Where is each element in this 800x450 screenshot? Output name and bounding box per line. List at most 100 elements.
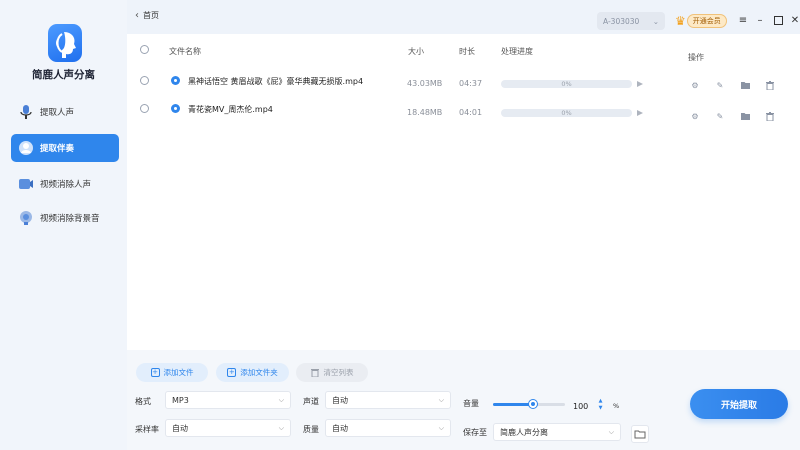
header: ‹ 首页 A-303030 ⌄ ♛ 开通会员 ≡ – ✕ [127, 0, 800, 34]
audio-file-icon [171, 104, 180, 113]
clear-list-button[interactable]: 清空列表 [296, 363, 368, 382]
start-extract-button[interactable]: 开始提取 [690, 389, 788, 419]
folder-open-icon [634, 430, 646, 439]
save-to-select[interactable]: 简鹿人声分离 ⌵ [493, 423, 621, 441]
add-folder-button[interactable]: + 添加文件夹 [216, 363, 289, 382]
progress-label: 0% [561, 109, 572, 117]
format-select[interactable]: MP3 ⌵ [165, 391, 291, 409]
vip-label: 开通会员 [686, 14, 727, 28]
settings-gear-icon[interactable]: ⚙ [690, 80, 700, 90]
file-size: 18.48MB [407, 108, 443, 117]
play-icon[interactable] [637, 110, 643, 116]
file-duration: 04:01 [459, 108, 483, 117]
column-name: 文件名称 [169, 47, 201, 56]
chevron-down-icon: ⌵ [438, 423, 444, 432]
play-icon[interactable] [637, 81, 643, 87]
back-to-home[interactable]: ‹ 首页 [135, 10, 159, 21]
add-file-label: 添加文件 [163, 368, 194, 377]
chevron-down-icon: ⌵ [278, 395, 284, 404]
channel-value: 自动 [332, 395, 348, 405]
edit-icon[interactable]: ✎ [715, 111, 725, 121]
file-table: 文件名称 大小 时长 处理进度 操作 黑神话悟空 黄眉战歌《屁》豪华典藏无损版.… [127, 34, 800, 350]
add-folder-icon: + [227, 368, 237, 377]
account-id: A-303030 [603, 16, 640, 26]
microphone-icon [17, 104, 34, 121]
table-row[interactable]: 黑神话悟空 黄眉战歌《屁》豪华典藏无损版.mp4 43.03MB 04:37 0… [127, 68, 800, 96]
settings-gear-icon[interactable]: ⚙ [690, 111, 700, 121]
video-icon [17, 176, 34, 193]
audio-file-icon [171, 76, 180, 85]
sidebar-item-video-remove-vocals[interactable]: 视频消除人声 [11, 170, 119, 198]
file-name: 青花瓷MV_周杰伦.mp4 [188, 105, 273, 114]
sidebar-item-extract-accompaniment[interactable]: 提取伴奏 [11, 134, 119, 162]
file-duration: 04:37 [459, 79, 483, 88]
samplerate-value: 自动 [172, 423, 188, 433]
sidebar: 简鹿人声分离 提取人声 提取伴奏 视频消除人声 视频消除背景音 [0, 0, 127, 450]
back-label: 首页 [143, 11, 159, 20]
column-actions: 操作 [688, 53, 704, 62]
volume-label: 音量 [463, 399, 479, 408]
quality-label: 质量 [303, 425, 319, 434]
sidebar-item-label: 提取人声 [40, 108, 75, 118]
delete-icon[interactable] [765, 80, 775, 90]
speaker-icon [17, 210, 34, 227]
samplerate-label: 采样率 [135, 425, 159, 434]
column-progress: 处理进度 [501, 47, 533, 56]
samplerate-select[interactable]: 自动 ⌵ [165, 419, 291, 437]
edit-icon[interactable]: ✎ [715, 80, 725, 90]
volume-unit: % [613, 402, 620, 410]
crown-icon: ♛ [675, 14, 686, 28]
select-all-radio[interactable] [140, 45, 149, 54]
format-label: 格式 [135, 397, 151, 406]
volume-input[interactable]: 100 [573, 399, 599, 413]
file-size: 43.03MB [407, 79, 443, 88]
vip-button[interactable]: ♛ 开通会员 [675, 14, 727, 28]
save-to-value: 简鹿人声分离 [500, 427, 548, 437]
progress-bar: 0% [501, 80, 632, 88]
chevron-down-icon: ⌵ [438, 395, 444, 404]
delete-icon[interactable] [765, 111, 775, 121]
close-icon[interactable]: ✕ [789, 14, 800, 26]
channel-select[interactable]: 自动 ⌵ [325, 391, 451, 409]
save-to-label: 保存至 [463, 428, 487, 437]
table-header: 文件名称 大小 时长 处理进度 操作 [127, 34, 800, 62]
progress-bar: 0% [501, 109, 632, 117]
account-selector[interactable]: A-303030 ⌄ [597, 12, 665, 30]
trash-icon [311, 368, 320, 377]
table-row[interactable]: 青花瓷MV_周杰伦.mp4 18.48MB 04:01 0% ⚙ ✎ [127, 98, 800, 126]
chevron-down-icon: ⌵ [608, 427, 614, 436]
quality-select[interactable]: 自动 ⌵ [325, 419, 451, 437]
accompaniment-icon [17, 140, 34, 157]
column-duration: 时长 [459, 47, 475, 56]
quality-value: 自动 [332, 423, 348, 433]
row-select-radio[interactable] [140, 104, 149, 113]
progress-label: 0% [561, 80, 572, 88]
chevron-left-icon: ‹ [135, 10, 139, 21]
menu-icon[interactable]: ≡ [737, 14, 749, 26]
sidebar-item-label: 提取伴奏 [40, 144, 75, 154]
sidebar-item-extract-vocals[interactable]: 提取人声 [11, 98, 119, 126]
format-value: MP3 [172, 395, 189, 405]
volume-stepper[interactable]: ▲ ▼ [597, 398, 604, 412]
chevron-down-icon: ⌄ [652, 16, 659, 26]
add-folder-label: 添加文件夹 [240, 368, 278, 377]
folder-icon[interactable] [740, 80, 750, 90]
settings-panel: + 添加文件 + 添加文件夹 清空列表 格式 MP3 ⌵ 声道 自动 ⌵ 音量 … [127, 350, 800, 450]
sidebar-item-label: 视频消除背景音 [40, 214, 100, 224]
volume-slider[interactable] [493, 400, 565, 408]
volume-fill [493, 403, 533, 406]
volume-thumb[interactable] [528, 400, 537, 408]
add-file-button[interactable]: + 添加文件 [136, 363, 208, 382]
maximize-icon[interactable] [772, 14, 784, 26]
file-name: 黑神话悟空 黄眉战歌《屁》豪华典藏无损版.mp4 [188, 77, 364, 86]
volume-value: 100 [573, 401, 589, 411]
clear-list-label: 清空列表 [323, 368, 354, 377]
add-file-icon: + [150, 368, 160, 377]
minimize-icon[interactable]: – [754, 14, 766, 26]
app-title: 简鹿人声分离 [32, 69, 95, 81]
folder-icon[interactable] [740, 111, 750, 121]
row-select-radio[interactable] [140, 76, 149, 85]
browse-folder-button[interactable] [631, 425, 649, 443]
sidebar-item-video-remove-background[interactable]: 视频消除背景音 [11, 204, 119, 232]
chevron-down-icon: ⌵ [278, 423, 284, 432]
